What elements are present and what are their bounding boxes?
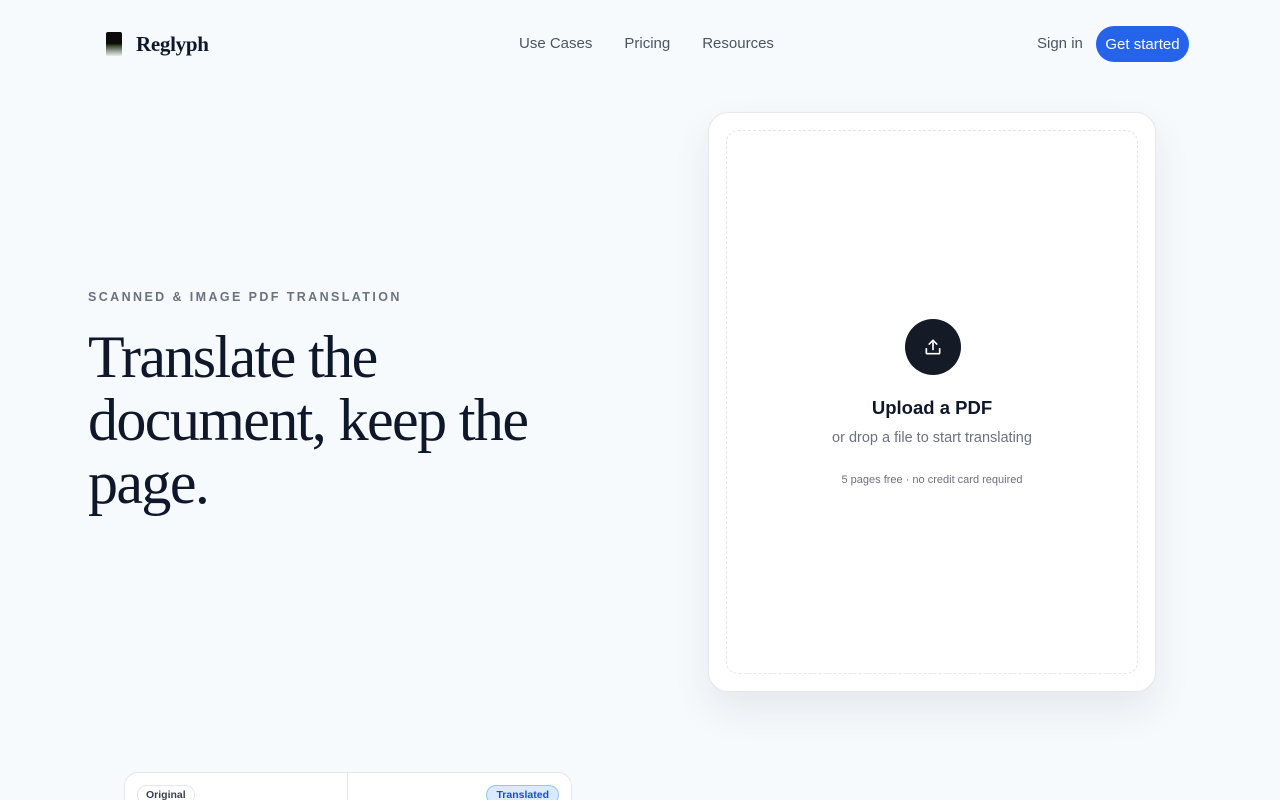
logo-mark-icon [106,32,122,56]
translated-badge: Translated [486,785,559,800]
nav-link-pricing[interactable]: Pricing [624,34,670,54]
get-started-button[interactable]: Get started [1096,26,1189,62]
upload-note: 5 pages free · no credit card required [841,474,1023,486]
hero-eyebrow: SCANNED & IMAGE PDF TRANSLATION [88,290,402,304]
main-nav: Use Cases Pricing Resources [519,34,774,54]
upload-dropzone[interactable]: Upload a PDF or drop a file to start tra… [726,130,1138,674]
site-header: Reglyph Use Cases Pricing Resources Sign… [0,0,1280,88]
comparison-preview: Original Translated [124,772,572,800]
original-badge: Original [137,785,195,800]
upload-subtitle: or drop a file to start translating [832,430,1032,446]
upload-icon [925,339,941,355]
nav-link-use-cases[interactable]: Use Cases [519,34,592,54]
comparison-divider [347,773,348,800]
brand-name: Reglyph [136,31,209,56]
hero-title: Translate the document, keep the page. [88,324,529,516]
sign-in-link[interactable]: Sign in [1037,34,1083,54]
brand-logo[interactable]: Reglyph [106,31,209,57]
upload-button[interactable] [905,319,961,375]
upload-card: Upload a PDF or drop a file to start tra… [708,112,1156,692]
upload-title: Upload a PDF [871,397,993,418]
nav-link-resources[interactable]: Resources [702,34,774,54]
